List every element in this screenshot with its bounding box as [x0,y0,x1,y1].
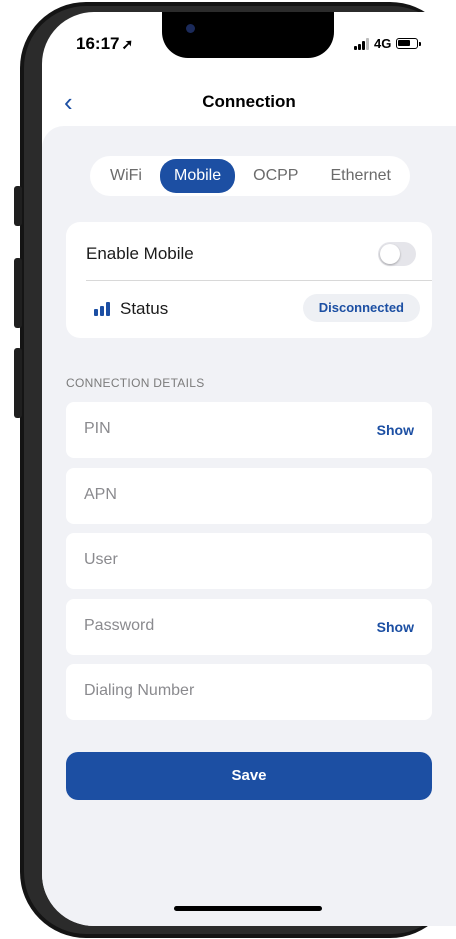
dialing-number-field[interactable]: Dialing Number [66,664,432,720]
status-label: Status [120,299,169,318]
home-indicator [174,906,322,911]
enable-mobile-row: Enable Mobile [86,236,416,272]
status-icons: 4G [354,36,422,51]
toggle-knob [380,244,400,264]
status-badge: Disconnected [302,294,420,322]
pin-placeholder: PIN [84,420,111,437]
user-field[interactable]: User [66,533,432,589]
volume-up-button [14,258,22,328]
content-area: WiFi Mobile OCPP Ethernet Enable Mobile … [42,126,456,926]
mute-switch [14,186,22,226]
show-pin-button[interactable]: Show [377,422,414,438]
mobile-settings-card: Enable Mobile Status Disconnected [66,222,432,338]
signal-bars-icon [94,302,110,316]
page-title: Connection [202,92,296,111]
location-arrow-icon: ➚ [121,36,134,52]
divider [86,280,432,281]
tab-mobile[interactable]: Mobile [159,159,236,193]
tab-ocpp[interactable]: OCPP [239,159,312,193]
status-bar: 16:17 ➚ 4G [42,12,456,68]
tab-ethernet[interactable]: Ethernet [316,159,404,193]
status-row: Status Disconnected [94,294,420,324]
save-button[interactable]: Save [66,752,432,800]
password-field[interactable]: Password Show [66,599,432,655]
screen: 16:17 ➚ 4G ‹ Connection WiFi Mobile OCPP … [42,12,456,926]
section-title: CONNECTION DETAILS [66,376,205,390]
user-placeholder: User [84,551,118,568]
show-password-button[interactable]: Show [377,619,414,635]
tab-wifi[interactable]: WiFi [96,159,156,193]
enable-mobile-label: Enable Mobile [86,244,194,263]
enable-mobile-toggle[interactable] [378,242,416,266]
volume-down-button [14,348,22,418]
network-type: 4G [374,36,392,51]
pin-field[interactable]: PIN Show [66,402,432,458]
connection-type-tabs: WiFi Mobile OCPP Ethernet [90,156,410,196]
status-time: 16:17 ➚ [76,34,134,53]
apn-placeholder: APN [84,486,117,503]
dialing-number-placeholder: Dialing Number [84,682,195,699]
password-placeholder: Password [84,617,155,634]
battery-icon [396,38,422,49]
nav-bar: ‹ Connection [42,84,456,124]
cellular-signal-icon [354,37,369,50]
apn-field[interactable]: APN [66,468,432,524]
